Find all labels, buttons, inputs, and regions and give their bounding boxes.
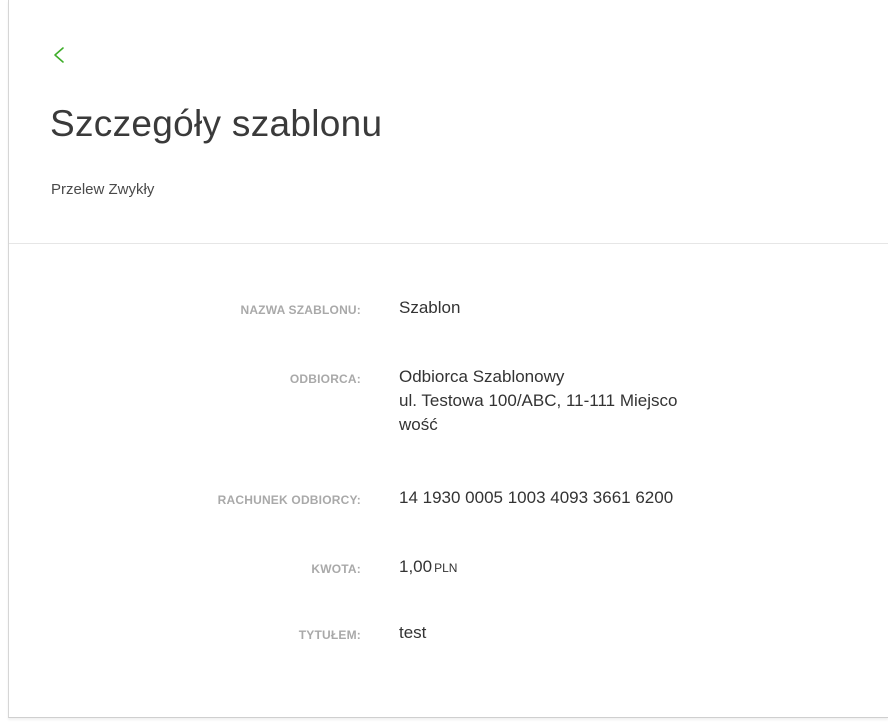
- recipient-address-line1: ul. Testowa 100/ABC, 11-111 Miejsco: [399, 391, 678, 410]
- recipient-account-label: RACHUNEK ODBIORCY:: [217, 493, 361, 507]
- template-name-text: Szablon: [399, 298, 461, 317]
- recipient-address-line2: wość: [399, 415, 438, 434]
- amount-line: 1,00 PLN: [399, 555, 799, 580]
- transfer-title-label: TYTUŁEM:: [298, 628, 361, 642]
- template-details-card: Szczegóły szablonu Przelew Zwykły NAZWA …: [8, 0, 888, 718]
- transfer-title-text: test: [399, 623, 427, 642]
- page-subtitle: Przelew Zwykły: [51, 181, 155, 198]
- recipient-name: Odbiorca Szablonowy: [399, 367, 565, 386]
- amount-currency: PLN: [434, 561, 458, 575]
- transfer-title-value: test: [399, 621, 799, 645]
- template-name-value: Szablon: [399, 296, 799, 320]
- recipient-account-value: 14 1930 0005 1003 4093 3661 6200: [399, 486, 799, 510]
- recipient-account-number: 14 1930 0005 1003 4093 3661 6200: [399, 488, 674, 507]
- amount-number: 1,00: [399, 557, 433, 576]
- amount-value: 1,00 PLN: [399, 555, 799, 580]
- recipient-value: Odbiorca Szablonowy ul. Testowa 100/ABC,…: [399, 365, 799, 437]
- recipient-label: ODBIORCA:: [289, 372, 361, 386]
- chevron-left-icon: [54, 47, 64, 63]
- amount-label: KWOTA:: [311, 562, 361, 576]
- page-title: Szczegóły szablonu: [50, 103, 383, 144]
- template-name-label: NAZWA SZABLONU:: [240, 303, 361, 317]
- back-button[interactable]: [47, 40, 71, 70]
- header-divider: [9, 243, 888, 244]
